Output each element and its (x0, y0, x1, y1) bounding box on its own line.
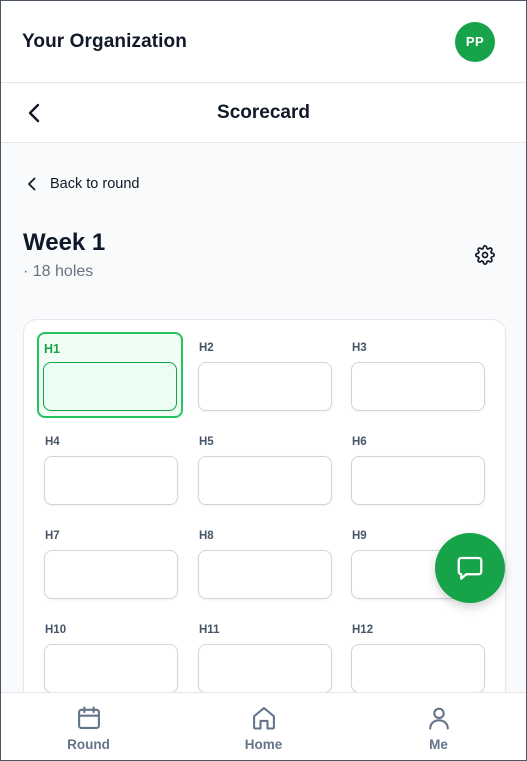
gear-icon (475, 245, 495, 265)
user-icon (428, 707, 449, 730)
hole-score-input[interactable] (44, 456, 178, 505)
hole-cell: H8 (192, 520, 338, 606)
round-subtitle: · 18 holes (23, 263, 94, 280)
hole-score-input[interactable] (198, 550, 332, 599)
settings-button[interactable] (473, 243, 497, 267)
hole-label: H5 (199, 436, 214, 448)
nav-label-me: Me (429, 737, 448, 752)
hole-score-input[interactable] (198, 456, 332, 505)
back-to-round-label: Back to round (50, 176, 140, 192)
hole-label: H4 (45, 436, 60, 448)
hole-label: H11 (199, 624, 220, 636)
hole-label: H7 (45, 530, 60, 542)
hole-cell: H5 (192, 426, 338, 512)
main-content: Back to round Week 1 · 18 holes H1 H2 H3 (1, 144, 526, 739)
hole-cell: H4 (38, 426, 184, 512)
hole-score-input[interactable] (351, 644, 485, 693)
calendar-icon (77, 706, 100, 729)
chevron-left-icon (28, 103, 40, 123)
back-button[interactable] (21, 100, 47, 126)
hole-cell: H11 (192, 614, 338, 700)
round-title: Week 1 (23, 229, 106, 256)
hole-score-input[interactable] (43, 362, 177, 411)
page-header: Scorecard (1, 84, 526, 143)
hole-score-input[interactable] (198, 362, 332, 411)
page-title: Scorecard (217, 102, 310, 123)
hole-label: H10 (45, 624, 67, 636)
hole-score-input[interactable] (44, 550, 178, 599)
nav-item-me[interactable]: Me (351, 693, 526, 760)
org-name: Your Organization (22, 30, 187, 52)
hole-cell: H10 (38, 614, 184, 700)
hole-cell: H12 (345, 614, 491, 700)
hole-label: H1 (44, 342, 60, 356)
home-icon (252, 707, 275, 730)
back-to-round-link[interactable]: Back to round (27, 172, 139, 196)
nav-item-round[interactable]: Round (1, 693, 176, 760)
nav-label-round: Round (67, 737, 110, 752)
hole-cell: H2 (192, 332, 338, 418)
avatar[interactable]: PP (455, 21, 495, 62)
chat-bubble-icon (457, 556, 483, 580)
chat-button[interactable] (435, 533, 505, 603)
hole-label: H2 (199, 342, 214, 354)
chevron-left-icon (28, 177, 36, 191)
hole-score-input[interactable] (351, 456, 485, 505)
hole-label: H9 (352, 530, 367, 542)
bottom-nav: Round Home Me (1, 692, 526, 760)
nav-label-home: Home (244, 737, 283, 752)
hole-score-input[interactable] (351, 362, 485, 411)
hole-label: H12 (352, 624, 374, 636)
scorecard-grid: H1 H2 H3 H4 H5 H6 H7 H8 H9 H10 H11 H12 (23, 319, 506, 739)
nav-item-home[interactable]: Home (176, 693, 351, 760)
hole-cell: H3 (345, 332, 491, 418)
org-bar: Your Organization PP (1, 1, 526, 83)
hole-label: H6 (352, 436, 367, 448)
hole-cell: H7 (38, 520, 184, 606)
hole-label: H8 (199, 530, 214, 542)
hole-score-input[interactable] (44, 644, 178, 693)
hole-label: H3 (352, 342, 367, 354)
hole-cell: H1 (37, 332, 183, 418)
hole-score-input[interactable] (198, 644, 332, 693)
hole-cell: H6 (345, 426, 491, 512)
app-frame: Your Organization PP Scorecard Back to r… (0, 0, 527, 761)
